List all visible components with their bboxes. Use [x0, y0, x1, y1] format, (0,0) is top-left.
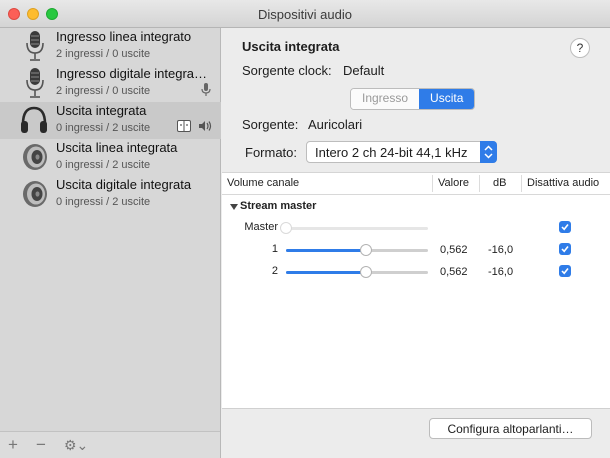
window-title: Dispositivi audio: [258, 7, 352, 22]
format-select-value: Intero 2 ch 24-bit 44,1 kHz: [315, 145, 468, 160]
channel-value: 0,562: [440, 266, 468, 278]
channel-volume-table: Volume canale Valore dB Disattiva audio …: [222, 172, 610, 409]
tab-uscita[interactable]: Uscita: [419, 89, 475, 109]
slider-knob[interactable]: [359, 244, 372, 256]
disclosure-triangle-icon[interactable]: [230, 203, 238, 211]
microphone-small-icon: [201, 83, 211, 96]
channel-1-volume-slider[interactable]: [286, 244, 428, 256]
device-name: Ingresso digitale integra…: [56, 66, 208, 81]
remove-device-button[interactable]: −: [36, 435, 46, 455]
source-label: Sorgente:: [242, 117, 299, 132]
headphones-icon: [21, 106, 47, 133]
device-name: Uscita integrata: [56, 103, 147, 118]
channel-value: 0,562: [440, 244, 468, 256]
channel-db: -16,0: [488, 266, 514, 278]
channel-label: 1: [271, 243, 278, 255]
gear-menu-button[interactable]: ⚙︎⌄: [64, 437, 88, 454]
add-device-button[interactable]: +: [8, 435, 18, 455]
speaker-icon: [23, 144, 47, 170]
device-io-count: 0 ingressi / 2 uscite: [56, 196, 151, 208]
group-stream-master: Stream master: [240, 200, 317, 212]
device-detail-panel: Uscita integrata ? Sorgente clock: Defau…: [222, 28, 610, 458]
device-list-toolbar: + − ⚙︎⌄: [0, 431, 220, 458]
microphone-icon: [26, 68, 44, 98]
slider-knob: [280, 222, 292, 234]
table-header: Volume canale Valore dB Disattiva audio: [222, 173, 610, 195]
clock-source-label: Sorgente clock:: [242, 63, 332, 78]
slider-fill: [286, 249, 366, 252]
device-item-ingresso-digitale[interactable]: Ingresso digitale integra… 2 ingressi / …: [0, 65, 221, 102]
device-item-uscita-digitale[interactable]: Uscita digitale integrata 0 ingressi / 2…: [0, 176, 221, 213]
device-io-count: 2 ingressi / 0 uscite: [56, 48, 151, 60]
channel-label: 2: [271, 265, 278, 277]
title-bar: Dispositivi audio: [0, 0, 610, 28]
device-item-ingresso-linea[interactable]: Ingresso linea integrato 2 ingressi / 0 …: [0, 28, 221, 65]
device-io-count: 0 ingressi / 2 uscite: [56, 122, 151, 134]
mute-checkbox[interactable]: [559, 221, 571, 233]
mute-checkbox[interactable]: [559, 265, 571, 277]
master-volume-slider: [280, 222, 428, 234]
column-divider: [432, 175, 433, 192]
microphone-icon: [26, 31, 44, 61]
device-list: Ingresso linea integrato 2 ingressi / 0 …: [0, 28, 221, 458]
channel-2-volume-slider[interactable]: [286, 266, 428, 278]
slider-fill: [286, 271, 366, 274]
device-item-uscita-integrata[interactable]: Uscita integrata 0 ingressi / 2 uscite: [0, 102, 221, 139]
device-io-count: 0 ingressi / 2 uscite: [56, 159, 151, 171]
device-name: Uscita digitale integrata: [56, 177, 192, 192]
column-divider: [521, 175, 522, 192]
audio-devices-window: Dispositivi audio Ingresso linea integra…: [0, 0, 610, 458]
format-label: Formato:: [245, 145, 298, 160]
device-name: Ingresso linea integrato: [56, 29, 192, 44]
format-select[interactable]: Intero 2 ch 24-bit 44,1 kHz: [306, 141, 497, 163]
device-status-icons: [177, 120, 212, 135]
speaker-icon: [23, 181, 47, 207]
slider-knob[interactable]: [359, 266, 372, 278]
configure-speakers-button[interactable]: Configura altoparlanti…: [429, 418, 592, 439]
channel-label: Master: [244, 221, 278, 233]
header-db[interactable]: dB: [493, 177, 506, 189]
detail-footer: Configura altoparlanti…: [222, 408, 610, 458]
help-button[interactable]: ?: [570, 38, 590, 58]
device-item-uscita-linea[interactable]: Uscita linea integrata 0 ingressi / 2 us…: [0, 139, 221, 176]
channel-db: -16,0: [488, 244, 514, 256]
finder-icon: [177, 120, 192, 132]
clock-source-value: Default: [343, 63, 385, 78]
column-divider: [479, 175, 480, 192]
device-name: Uscita linea integrata: [56, 140, 178, 155]
header-value[interactable]: Valore: [438, 177, 469, 189]
tab-ingresso[interactable]: Ingresso: [351, 89, 420, 109]
device-io-count: 2 ingressi / 0 uscite: [56, 85, 151, 97]
header-volume[interactable]: Volume canale: [227, 177, 299, 189]
mute-checkbox[interactable]: [559, 243, 571, 255]
header-mute[interactable]: Disattiva audio: [527, 177, 599, 189]
source-value: Auricolari: [308, 117, 363, 132]
updown-chevron-icon: [480, 141, 497, 163]
speaker-small-icon: [199, 121, 212, 131]
direction-segmented-control: Ingresso Uscita: [350, 88, 476, 110]
device-title: Uscita integrata: [242, 39, 340, 54]
